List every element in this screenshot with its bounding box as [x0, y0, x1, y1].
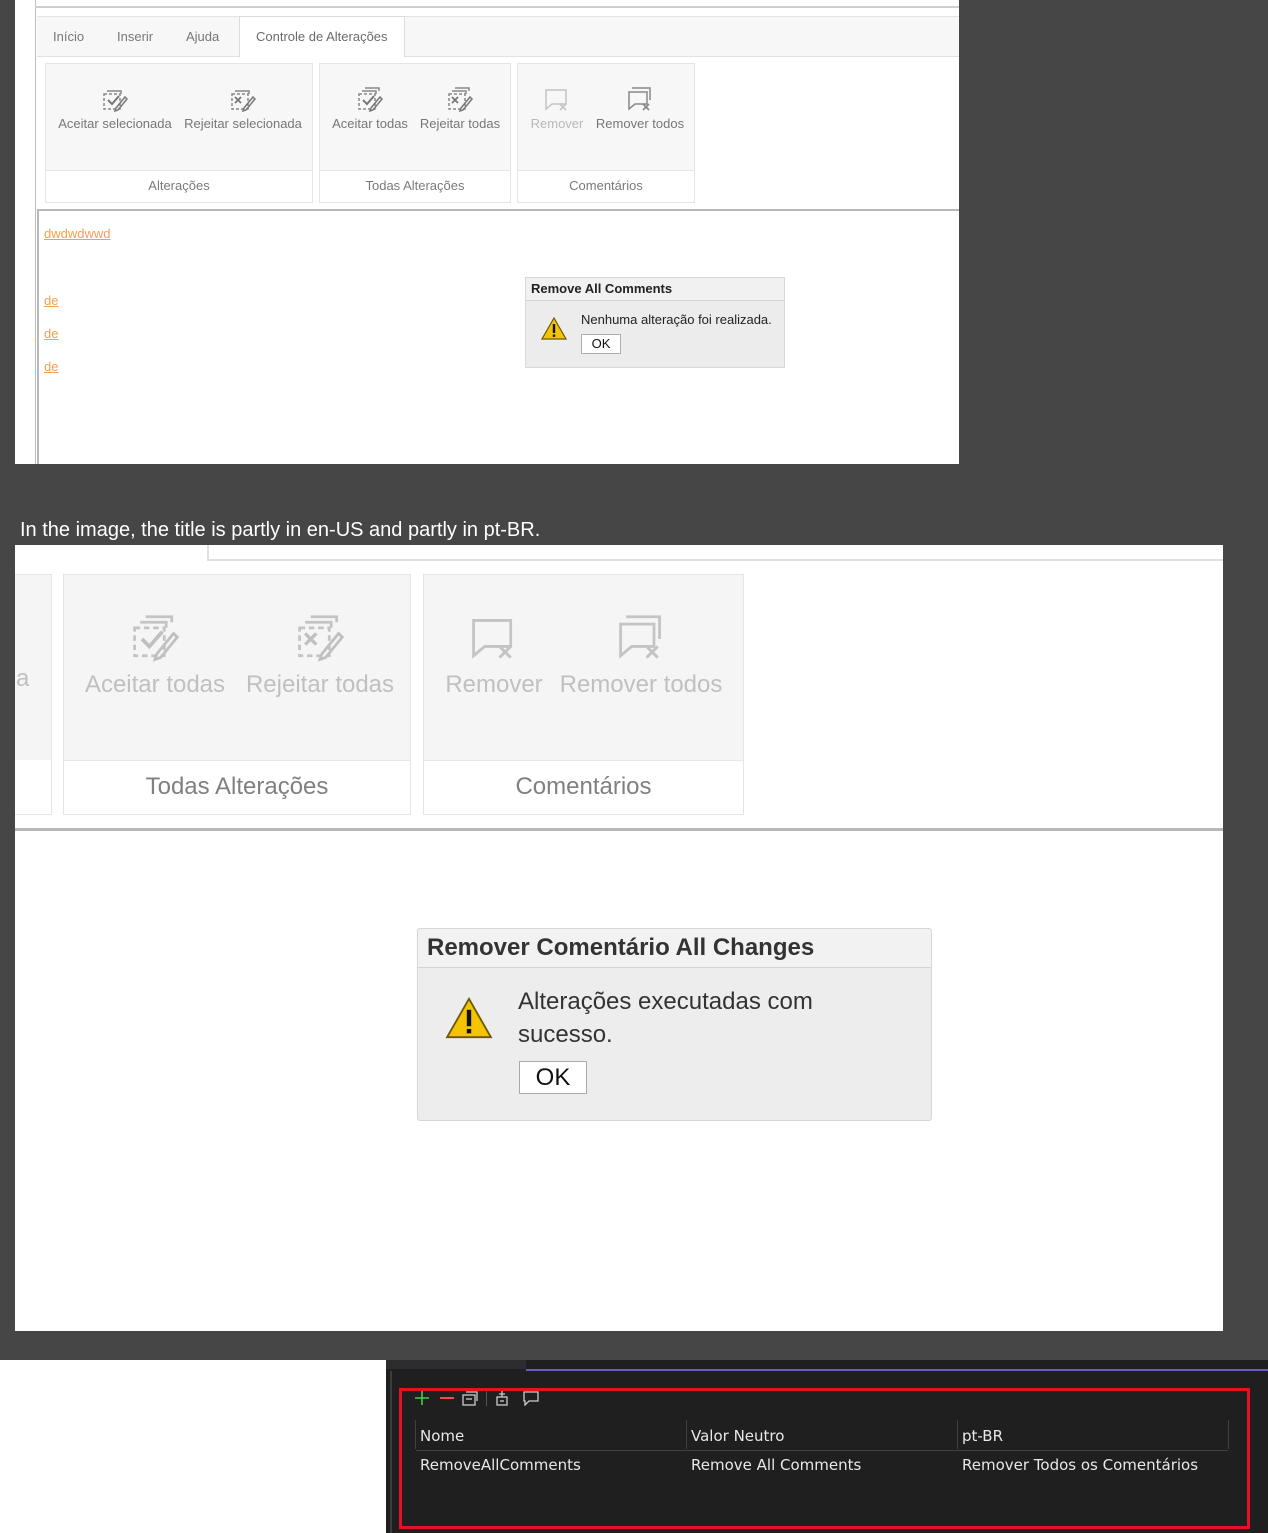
- accept-selected-label: Aceitar selecionada: [58, 116, 172, 131]
- editor-left-border: [390, 1371, 392, 1533]
- accept-all-button[interactable]: Aceitar todas: [328, 86, 412, 131]
- editor-top-border: [15, 828, 1223, 831]
- reject-all-icon: [294, 613, 346, 665]
- dialog-message: Alterações executadas com sucesso.: [518, 988, 813, 1048]
- group-comentarios: Remover Remover todos Comentários: [517, 63, 695, 203]
- remove-comment-icon: [468, 613, 520, 665]
- tracked-change-text: de: [44, 326, 59, 341]
- panel-zoomed-editor: a Aceitar todas Rejeitar todas Todas Alt…: [15, 545, 1223, 1331]
- caption-text: In the image, the title is partly in en-…: [20, 519, 541, 541]
- tracked-change-text: de: [44, 293, 59, 308]
- reject-all-label: Rejeitar todas: [245, 671, 395, 698]
- tab-ajuda[interactable]: Ajuda: [170, 17, 235, 56]
- group-alteracoes-partial: a: [15, 574, 52, 815]
- tab-inserir[interactable]: Inserir: [101, 17, 169, 56]
- remove-comment-label: Remover: [530, 116, 584, 131]
- left-strip: [15, 0, 36, 464]
- reject-all-label: Rejeitar todas: [419, 116, 501, 131]
- remove-comment-button[interactable]: Remover: [526, 86, 588, 131]
- group-label-todas: Todas Alterações: [64, 760, 410, 814]
- ok-button[interactable]: OK: [519, 1061, 587, 1094]
- reject-all-button[interactable]: Rejeitar todas: [416, 86, 504, 131]
- message-dialog: Remove All Comments Nenhuma alteração fo…: [525, 277, 785, 368]
- group-label-todas: Todas Alterações: [320, 170, 510, 202]
- dialog-message: Nenhuma alteração foi realizada.: [581, 312, 772, 327]
- group-alteracoes: Aceitar selecionada Rejeitar selecionada…: [45, 63, 313, 203]
- blank-area: [0, 1360, 386, 1533]
- remove-comment-label: Remover: [445, 671, 543, 698]
- panel-original-editor: Início Inserir Ajuda Controle de Alteraç…: [15, 0, 959, 464]
- remove-comment-icon: [543, 86, 571, 114]
- highlight-box: [399, 1388, 1250, 1529]
- accept-all-label: Aceitar todas: [332, 116, 408, 131]
- accept-all-icon: [129, 613, 181, 665]
- message-dialog: Remover Comentário All Changes Alteraçõe…: [417, 928, 932, 1121]
- tracked-change-text: de: [44, 359, 59, 374]
- partial-button-label: a: [16, 665, 30, 692]
- remove-all-comments-label: Remover todos: [559, 671, 723, 698]
- reject-all-icon: [446, 86, 474, 114]
- remove-all-comments-button[interactable]: Remover todos: [592, 86, 688, 131]
- group-label-comentarios: Comentários: [424, 760, 743, 814]
- tracked-change-text: dwdwdwwd: [44, 226, 111, 241]
- editor-tab[interactable]: [386, 1360, 526, 1369]
- accept-change-icon: [101, 86, 129, 114]
- accept-selected-button[interactable]: Aceitar selecionada: [56, 86, 174, 131]
- tab-controle-alteracoes[interactable]: Controle de Alterações: [239, 16, 405, 58]
- document-editor[interactable]: dwdwdwwd de de de: [37, 209, 959, 464]
- dialog-title: Remove All Comments: [526, 278, 784, 301]
- ok-button[interactable]: OK: [581, 334, 621, 354]
- dialog-title: Remover Comentário All Changes: [418, 929, 931, 968]
- group-label-comentarios: Comentários: [518, 170, 694, 202]
- top-divider: [35, 6, 959, 8]
- group-todas-alteracoes: Aceitar todas Rejeitar todas Todas Alter…: [319, 63, 511, 203]
- accept-all-button[interactable]: Aceitar todas: [82, 613, 228, 699]
- remove-comment-button[interactable]: Remover: [442, 613, 546, 699]
- tab-divider: [209, 559, 1223, 561]
- warning-icon: [445, 997, 493, 1039]
- tab-inicio[interactable]: Início: [37, 17, 100, 56]
- reject-selected-label: Rejeitar selecionada: [184, 116, 302, 131]
- accept-all-icon: [356, 86, 384, 114]
- remove-all-comments-icon: [626, 86, 654, 114]
- resource-editor: Nome Valor Neutro pt-BR RemoveAllComment…: [386, 1360, 1268, 1533]
- reject-change-icon: [229, 86, 257, 114]
- reject-selected-button[interactable]: Rejeitar selecionada: [182, 86, 304, 131]
- remove-all-comments-label: Remover todos: [595, 116, 685, 131]
- group-todas-alteracoes: Aceitar todas Rejeitar todas Todas Alter…: [63, 574, 411, 815]
- accept-all-label: Aceitar todas: [84, 671, 226, 698]
- ribbon-tabs: Início Inserir Ajuda Controle de Alteraç…: [37, 16, 959, 58]
- group-label-alteracoes: Alterações: [46, 170, 312, 202]
- remove-all-comments-button[interactable]: Remover todos: [558, 613, 724, 699]
- tab-accent-line: [526, 1369, 1268, 1371]
- group-comentarios: Remover Remover todos Comentários: [423, 574, 744, 815]
- reject-all-button[interactable]: Rejeitar todas: [240, 613, 400, 699]
- remove-all-comments-icon: [615, 613, 667, 665]
- warning-icon: [541, 317, 567, 340]
